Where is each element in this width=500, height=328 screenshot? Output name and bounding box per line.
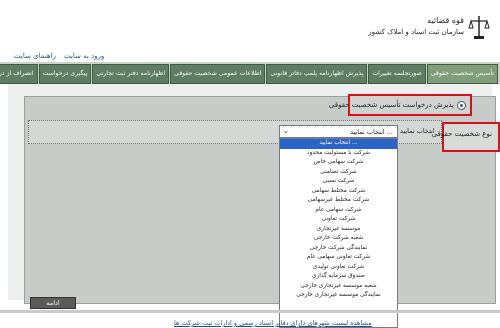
logo: قوه قضائیه سازمان ثبت اسناد و املاک کشور (368, 12, 492, 56)
top-links: ورود به سایت راهنمای سایت (14, 52, 110, 60)
dropdown-option[interactable]: شعبه شرکت خارجی (280, 234, 397, 244)
tab-book-sealing[interactable]: پذیرش اظهارنامه پلمپ دفاتر قانونی (266, 64, 368, 84)
main-navbar: تأسیس شخصیت حقوقی صورتجلسه تغییرات پذیرش… (0, 62, 500, 84)
dropdown-option[interactable]: شرکت نسبی (280, 177, 397, 187)
dropdown-option[interactable]: شعبه موسسه غیرتجاری خارجی (280, 282, 397, 292)
entity-type-dropdown-list: انتخاب نمایید ... شرکت با مسئولیت محدود … (279, 138, 398, 328)
continue-button[interactable]: ادامه (30, 297, 76, 309)
dropdown-option[interactable]: شرکت تعاونی سهامی عام (280, 253, 397, 263)
dropdown-option[interactable]: نمایندگی شرکت خارجی (280, 244, 397, 254)
select-hint-label: انتخاب نمایید (400, 127, 435, 135)
help-link[interactable]: راهنمای سایت (14, 52, 56, 60)
header: قوه قضائیه سازمان ثبت اسناد و املاک کشور… (0, 0, 500, 62)
dropdown-option[interactable]: شرکت تعاونی تولیدی (280, 263, 397, 273)
dropdown-option[interactable]: شرکت با مسئولیت محدود (280, 149, 397, 159)
logo-subtitle: سازمان ثبت اسناد و املاک کشور (368, 28, 464, 36)
tab-trade-register[interactable]: اظهارنامه دفتر ثبت تجارتی (92, 64, 170, 84)
radio-label: پذیرش درخواست تأسیس شخصیت حقوقی (328, 101, 454, 109)
offices-list-link[interactable]: مشاهده لیست شهرهای دارای دفاتر اسناد رسم… (174, 319, 372, 327)
radio-button[interactable] (457, 101, 466, 110)
tab-general-info[interactable]: اطلاعات عمومی شخصیت حقوقی (170, 64, 266, 84)
dropdown-option[interactable]: نمایندگی موسسه غیرتجاری خارجی (280, 291, 397, 301)
dropdown-option[interactable]: شرکت سهامی عام (280, 206, 397, 216)
dropdown-option[interactable]: شرکت تضامنی (280, 168, 397, 178)
login-link[interactable]: ورود به سایت (64, 52, 104, 60)
tab-cancel-request[interactable]: انصراف از درخواست (0, 64, 38, 84)
tab-register-legal-entity[interactable]: تأسیس شخصیت حقوقی (426, 64, 498, 84)
chevron-down-icon[interactable]: ⌄ (283, 127, 289, 135)
entity-type-select[interactable]: انتخاب نمایید ... ⌄ (279, 125, 398, 138)
dropdown-option[interactable]: شرکت سهامی خاص (280, 158, 397, 168)
dropdown-option[interactable]: شرکت تعاونی (280, 215, 397, 225)
logo-title: قوه قضائیه (427, 16, 464, 25)
tab-track-request[interactable]: پیگیری درخواست (38, 64, 92, 84)
dropdown-option[interactable]: شرکت مختلط غیرسهامی (280, 196, 397, 206)
nav-tabs: تأسیس شخصیت حقوقی صورتجلسه تغییرات پذیرش… (0, 64, 498, 84)
footer-divider (0, 310, 500, 313)
tab-change-minutes[interactable]: صورتجلسه تغییرات (368, 64, 426, 84)
select-value: انتخاب نمایید ... (350, 128, 393, 136)
dropdown-option[interactable]: موسسه غیرتجاری (280, 225, 397, 235)
entity-type-label: نوع شخصیت حقوقی (431, 130, 492, 138)
dropdown-option[interactable]: شرکت مختلط سهامی (280, 187, 397, 197)
entity-type-label-box: نوع شخصیت حقوقی (432, 122, 500, 152)
dropdown-option[interactable]: انتخاب نمایید ... (280, 139, 397, 149)
register-request-radio-option[interactable]: پذیرش درخواست تأسیس شخصیت حقوقی (329, 94, 472, 116)
judiciary-emblem-icon (468, 16, 490, 39)
dropdown-option[interactable]: صندوق سرمایه گذاری (280, 272, 397, 282)
